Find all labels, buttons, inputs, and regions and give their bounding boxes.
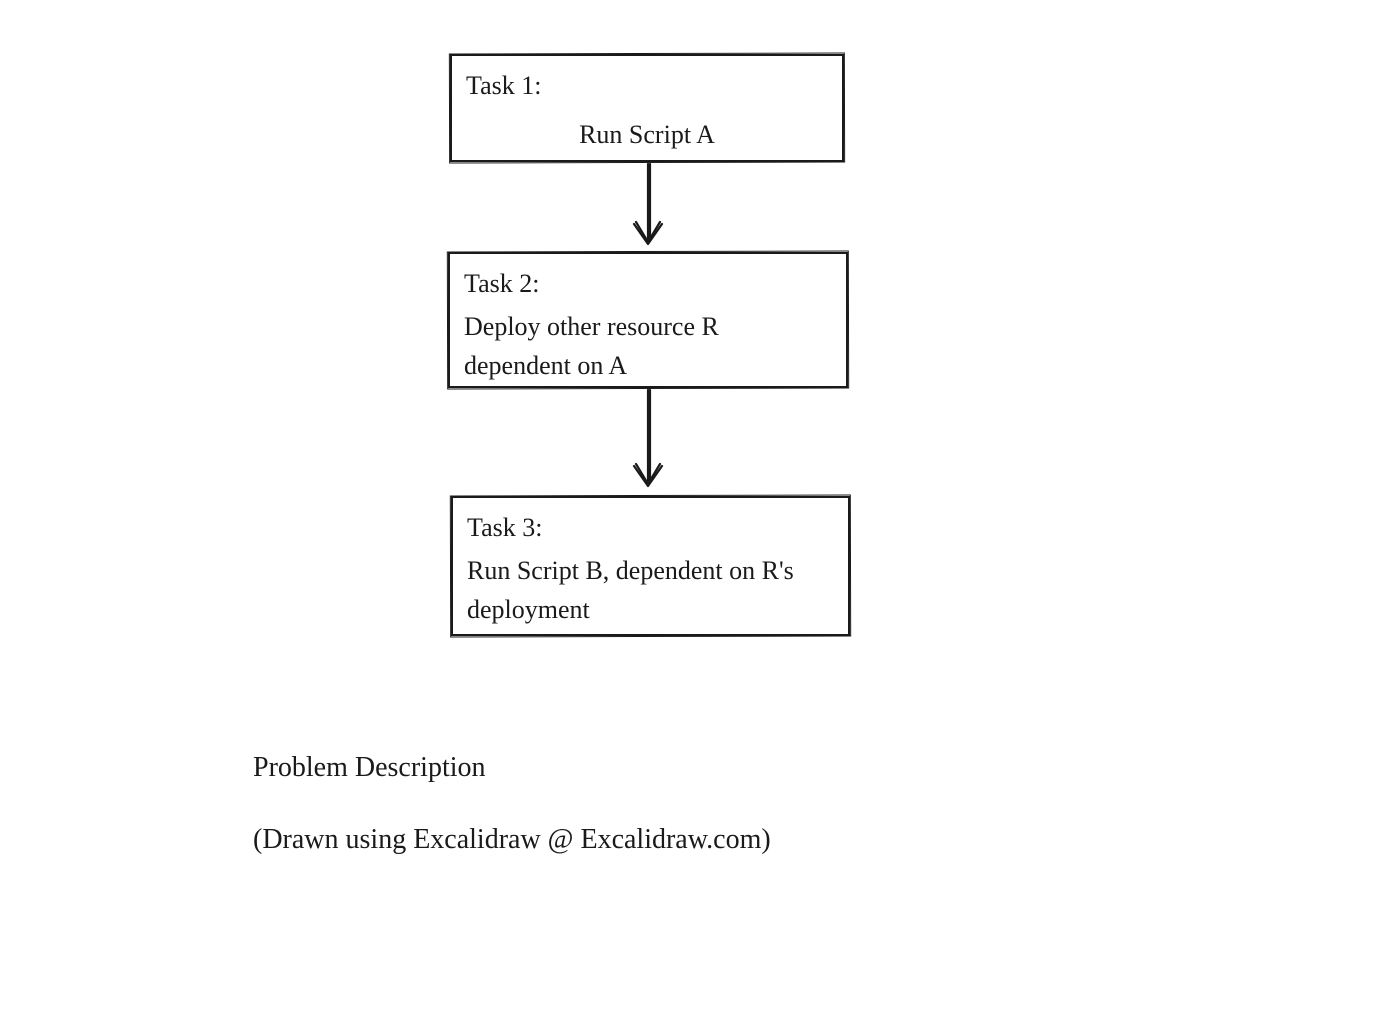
caption-credit: (Drawn using Excalidraw @ Excalidraw.com… <box>253 820 771 859</box>
diagram-canvas: Task 1: Run Script A Task 2: Deploy othe… <box>0 0 1378 1014</box>
caption-title: Problem Description <box>253 748 486 787</box>
task-2-title: Task 2: <box>464 264 832 303</box>
arrow-2 <box>618 388 678 498</box>
task-3-box: Task 3: Run Script B, dependent on R's d… <box>451 496 850 636</box>
task-1-title: Task 1: <box>466 66 828 105</box>
task-2-box: Task 2: Deploy other resource R dependen… <box>448 252 848 388</box>
task-3-body: Run Script B, dependent on R's deploymen… <box>467 551 834 629</box>
task-2-body: Deploy other resource R dependent on A <box>464 307 832 385</box>
task-1-box: Task 1: Run Script A <box>450 54 844 162</box>
task-3-title: Task 3: <box>467 508 834 547</box>
arrow-1 <box>618 162 678 254</box>
task-1-body: Run Script A <box>466 109 828 160</box>
